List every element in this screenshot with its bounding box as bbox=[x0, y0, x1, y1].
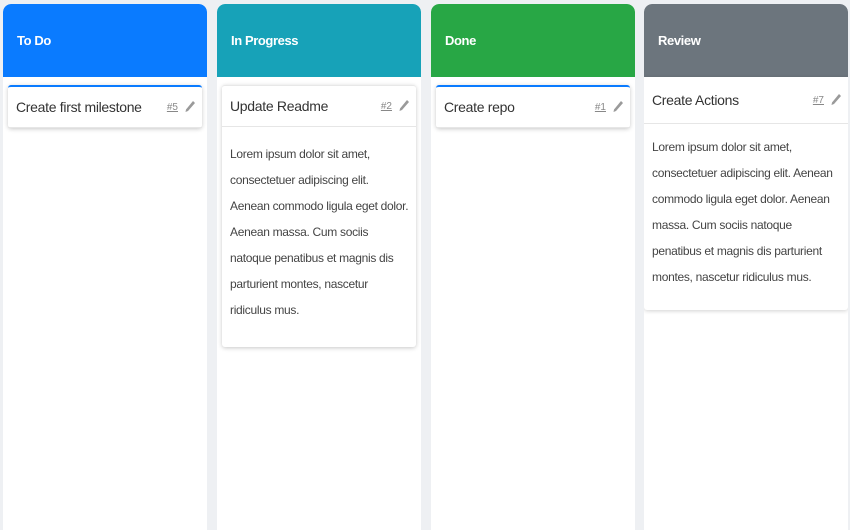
column-in-progress: In Progress Update Readme #2 Lorem ipsum… bbox=[217, 4, 421, 530]
card-number-link[interactable]: #2 bbox=[381, 101, 392, 112]
card-number-link[interactable]: #1 bbox=[595, 102, 606, 113]
card-create-first-milestone[interactable]: Create first milestone #5 bbox=[8, 85, 202, 128]
column-body-done: Create repo #1 bbox=[431, 77, 635, 128]
kanban-board: To Do Create first milestone #5 In Progr… bbox=[0, 0, 850, 530]
column-header-in-progress: In Progress bbox=[217, 4, 421, 77]
card-header: Update Readme #2 bbox=[222, 86, 416, 127]
column-body-review: Create Actions #7 Lorem ipsum dolor sit … bbox=[644, 77, 848, 310]
column-todo: To Do Create first milestone #5 bbox=[3, 4, 207, 530]
column-body-todo: Create first milestone #5 bbox=[3, 77, 207, 128]
pencil-icon[interactable] bbox=[830, 93, 842, 107]
card-description: Lorem ipsum dolor sit amet, consectetuer… bbox=[230, 147, 409, 317]
pencil-icon[interactable] bbox=[612, 100, 624, 114]
column-header-done: Done bbox=[431, 4, 635, 77]
card-title: Create Actions bbox=[652, 92, 739, 108]
column-body-in-progress: Update Readme #2 Lorem ipsum dolor sit a… bbox=[217, 77, 421, 347]
column-done: Done Create repo #1 bbox=[431, 4, 635, 530]
card-number-link[interactable]: #7 bbox=[813, 95, 824, 106]
card-create-actions[interactable]: Create Actions #7 Lorem ipsum dolor sit … bbox=[644, 77, 848, 310]
card-description: Lorem ipsum dolor sit amet, consectetuer… bbox=[652, 140, 833, 284]
pencil-icon[interactable] bbox=[184, 100, 196, 114]
column-review: Review Create Actions #7 Lorem ipsum dol… bbox=[644, 4, 848, 530]
card-header: Create Actions #7 bbox=[644, 77, 848, 124]
card-title: Create first milestone bbox=[16, 99, 142, 115]
card-header: Create first milestone #5 bbox=[8, 87, 202, 128]
column-header-review: Review bbox=[644, 4, 848, 77]
card-number-link[interactable]: #5 bbox=[167, 102, 178, 113]
card-create-repo[interactable]: Create repo #1 bbox=[436, 85, 630, 128]
card-update-readme[interactable]: Update Readme #2 Lorem ipsum dolor sit a… bbox=[222, 85, 416, 347]
card-title: Update Readme bbox=[230, 98, 329, 114]
column-header-todo: To Do bbox=[3, 4, 207, 77]
card-header: Create repo #1 bbox=[436, 87, 630, 128]
pencil-icon[interactable] bbox=[398, 99, 410, 113]
card-title: Create repo bbox=[444, 99, 515, 115]
